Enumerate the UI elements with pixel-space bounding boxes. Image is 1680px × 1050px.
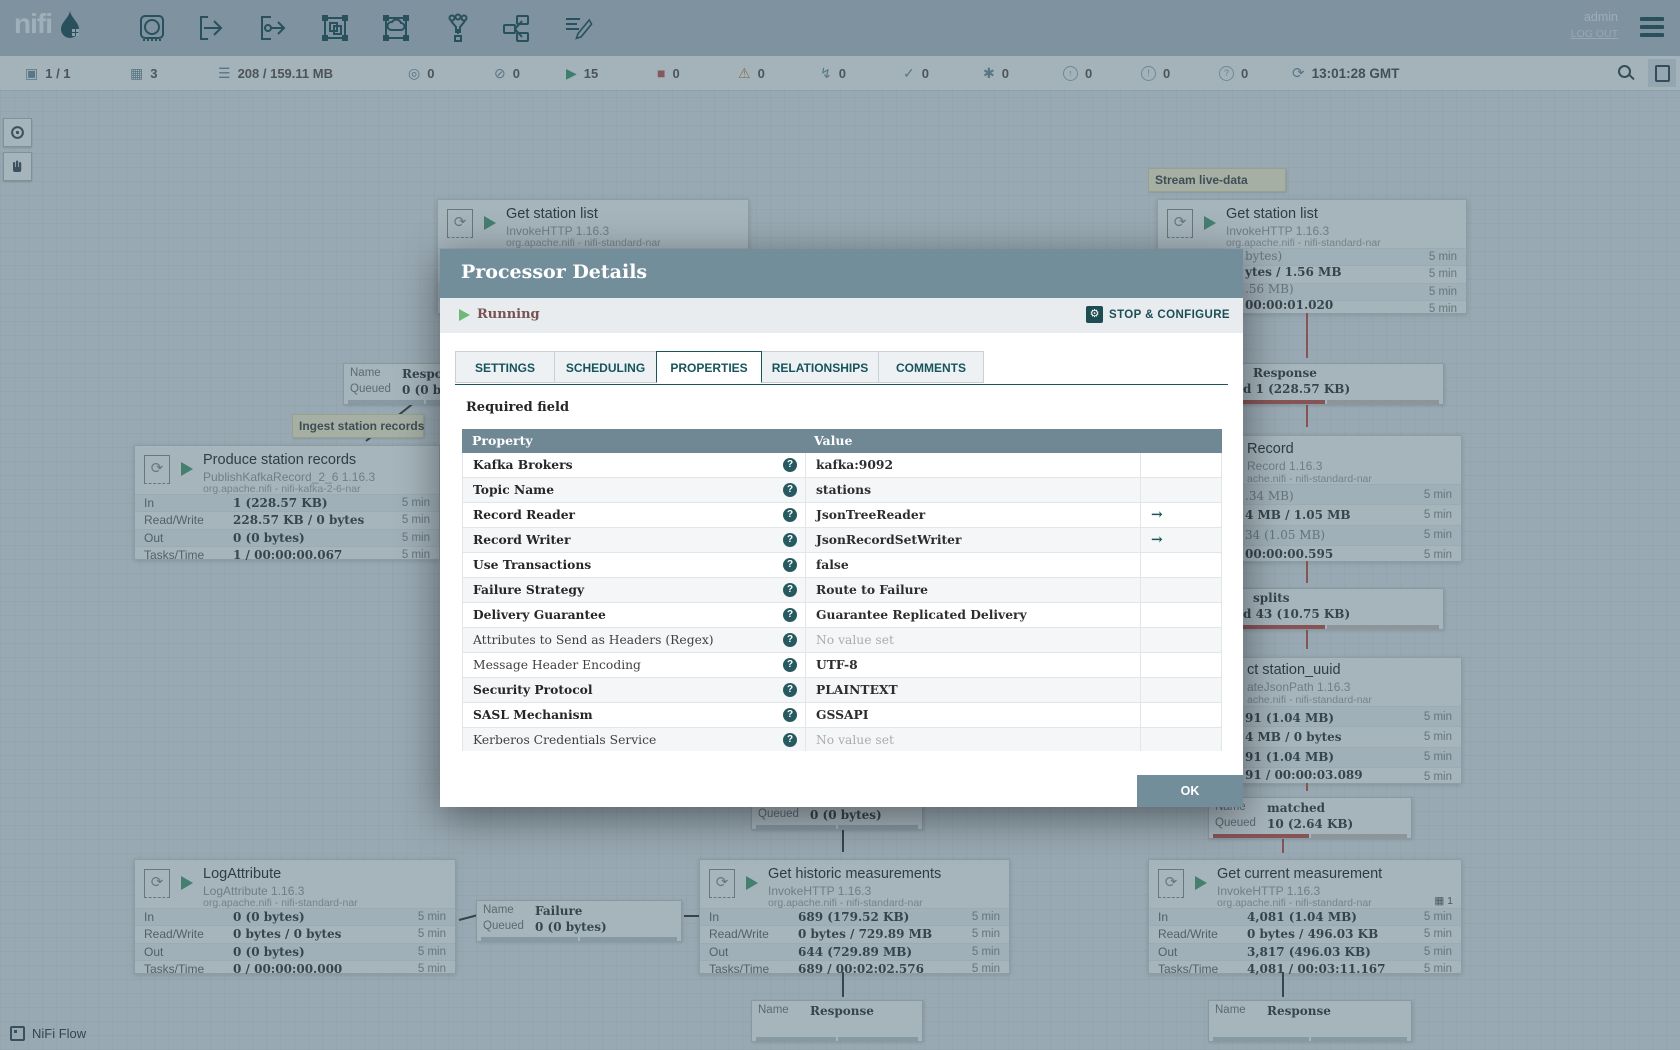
property-actions [1140, 628, 1221, 652]
help-icon[interactable]: ? [783, 483, 797, 497]
column-property: Property [472, 433, 533, 448]
column-value: Value [814, 433, 853, 448]
property-name: Attributes to Send as Headers (Regex)? [463, 628, 805, 652]
goto-service-icon[interactable]: → [1151, 532, 1163, 548]
nifi-application: ⟳ Get station list InvokeHTTP 1.16.3 org.ap… [0, 0, 1680, 1050]
help-icon[interactable]: ? [783, 683, 797, 697]
property-name: Record Writer? [463, 528, 805, 552]
property-row: SASL Mechanism? GSSAPI [463, 703, 1221, 728]
processor-details-dialog: Processor Details Running ⚙ STOP & CONFI… [440, 249, 1243, 807]
tab-relationships[interactable]: RELATIONSHIPS [761, 351, 879, 383]
property-row: Topic Name? stations [463, 478, 1221, 503]
property-actions: → [1140, 503, 1221, 527]
property-value: PLAINTEXT [805, 678, 1140, 702]
help-icon[interactable]: ? [783, 733, 797, 747]
ok-button[interactable]: OK [1137, 775, 1243, 807]
property-actions: → [1140, 528, 1221, 552]
property-actions [1140, 478, 1221, 502]
property-table-header: Property Value [462, 429, 1222, 453]
property-value: false [805, 553, 1140, 577]
property-name: Security Protocol? [463, 678, 805, 702]
property-value: JsonRecordSetWriter [805, 528, 1140, 552]
property-value: Route to Failure [805, 578, 1140, 602]
tab-scheduling[interactable]: SCHEDULING [554, 351, 657, 383]
required-field-note: Required field [466, 400, 570, 415]
property-actions [1140, 553, 1221, 577]
property-value: stations [805, 478, 1140, 502]
property-table: Property Value Kafka Brokers? kafka:9092 T… [462, 429, 1222, 751]
property-row: Record Reader? JsonTreeReader → [463, 503, 1221, 528]
property-value: No value set [805, 728, 1140, 751]
help-icon[interactable]: ? [783, 558, 797, 572]
property-actions [1140, 728, 1221, 751]
property-name: Message Header Encoding? [463, 653, 805, 677]
property-actions [1140, 603, 1221, 627]
tab-comments[interactable]: COMMENTS [878, 351, 984, 383]
property-value: GSSAPI [805, 703, 1140, 727]
goto-service-icon[interactable]: → [1151, 507, 1163, 523]
property-row: Kerberos Credentials Service? No value se… [463, 728, 1221, 751]
property-row: Security Protocol? PLAINTEXT [463, 678, 1221, 703]
dialog-header: Processor Details [440, 249, 1243, 298]
property-row: Failure Strategy? Route to Failure [463, 578, 1221, 603]
help-icon[interactable]: ? [783, 708, 797, 722]
property-name: Topic Name? [463, 478, 805, 502]
tab-settings[interactable]: SETTINGS [455, 351, 555, 383]
stop-and-configure-button[interactable]: ⚙ STOP & CONFIGURE [1086, 306, 1230, 323]
property-actions [1140, 678, 1221, 702]
property-value: No value set [805, 628, 1140, 652]
running-icon [459, 309, 470, 321]
property-value: Guarantee Replicated Delivery [805, 603, 1140, 627]
help-icon[interactable]: ? [783, 508, 797, 522]
property-name: Kafka Brokers? [463, 453, 805, 477]
property-name: Record Reader? [463, 503, 805, 527]
property-row: Delivery Guarantee? Guarantee Replicated … [463, 603, 1221, 628]
property-name: Kerberos Credentials Service? [463, 728, 805, 751]
help-icon[interactable]: ? [783, 608, 797, 622]
help-icon[interactable]: ? [783, 658, 797, 672]
tab-properties[interactable]: PROPERTIES [656, 351, 762, 383]
property-name: SASL Mechanism? [463, 703, 805, 727]
property-value: kafka:9092 [805, 453, 1140, 477]
help-icon[interactable]: ? [783, 533, 797, 547]
property-value: UTF-8 [805, 653, 1140, 677]
run-status-label: Running [477, 307, 540, 322]
dialog-state-bar: Running ⚙ STOP & CONFIGURE [440, 298, 1243, 333]
property-actions [1140, 703, 1221, 727]
property-row: Attributes to Send as Headers (Regex)? No… [463, 628, 1221, 653]
property-actions [1140, 578, 1221, 602]
dialog-tabs: SETTINGS SCHEDULING PROPERTIES RELATIONSHIP… [455, 351, 1228, 385]
property-actions [1140, 453, 1221, 477]
property-name: Use Transactions? [463, 553, 805, 577]
property-name: Failure Strategy? [463, 578, 805, 602]
property-row: Record Writer? JsonRecordSetWriter → [463, 528, 1221, 553]
dialog-title: Processor Details [461, 261, 648, 283]
property-name: Delivery Guarantee? [463, 603, 805, 627]
property-row: Message Header Encoding? UTF-8 [463, 653, 1221, 678]
property-row: Kafka Brokers? kafka:9092 [463, 453, 1221, 478]
help-icon[interactable]: ? [783, 633, 797, 647]
property-actions [1140, 653, 1221, 677]
help-icon[interactable]: ? [783, 583, 797, 597]
gear-icon: ⚙ [1086, 306, 1103, 323]
property-row: Use Transactions? false [463, 553, 1221, 578]
property-value: JsonTreeReader [805, 503, 1140, 527]
help-icon[interactable]: ? [783, 458, 797, 472]
